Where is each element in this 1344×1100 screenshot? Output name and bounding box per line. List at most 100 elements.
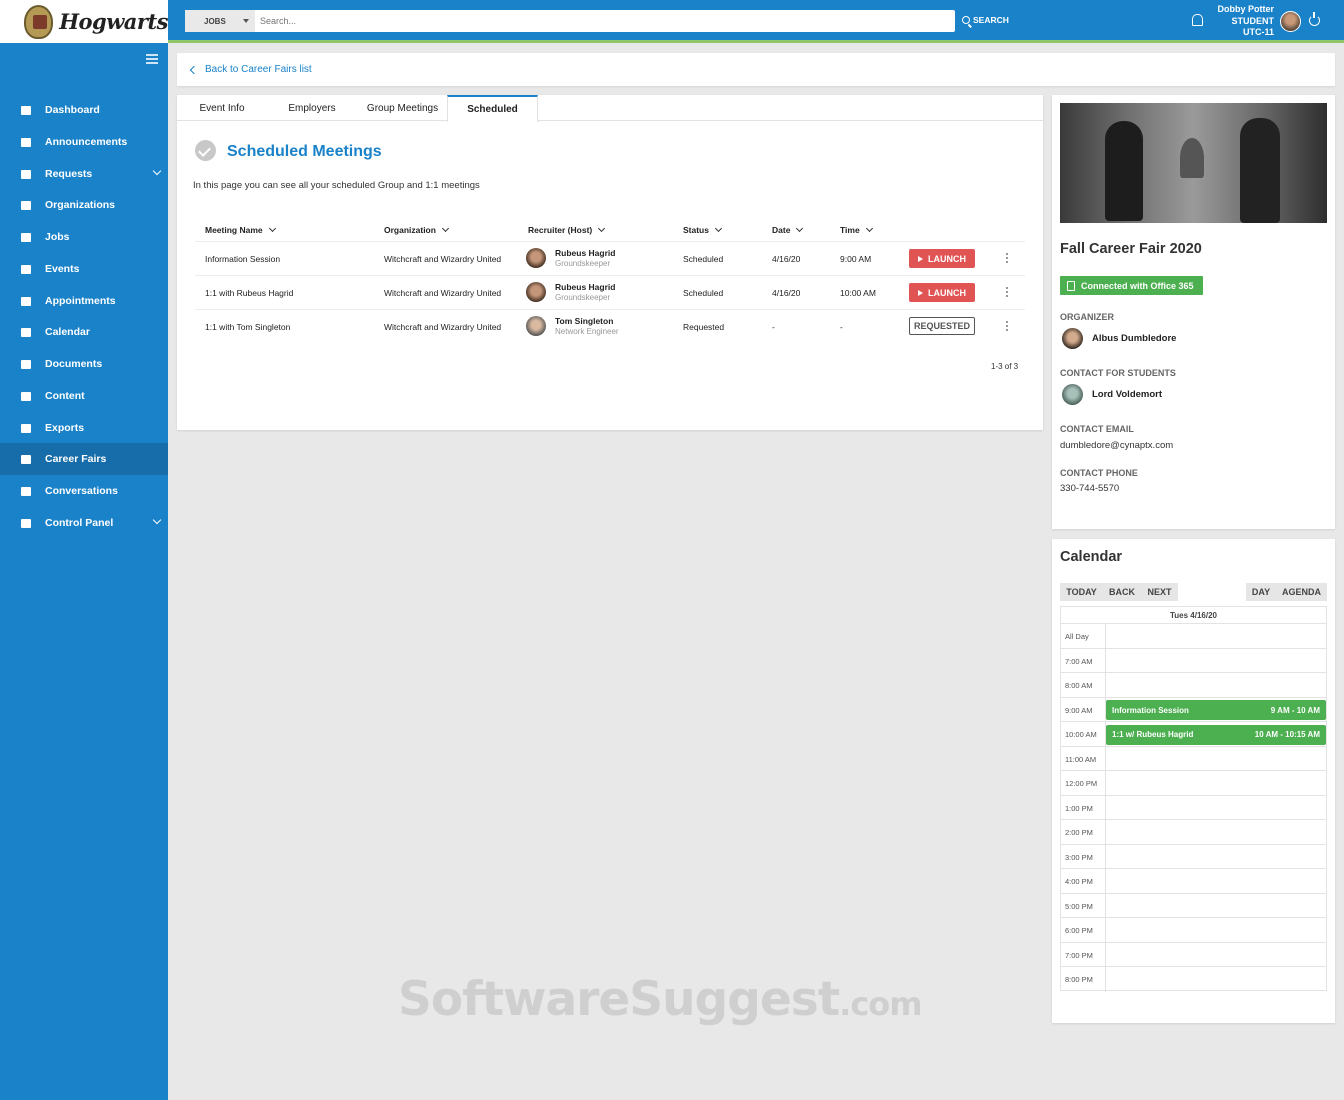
calendar-slot[interactable]: 2:00 PM [1061,820,1326,845]
launch-button[interactable]: LAUNCH [909,283,975,302]
launch-button[interactable]: LAUNCH [909,249,975,268]
status: Scheduled [683,254,724,264]
search-button[interactable]: SEARCH [962,15,1009,25]
sidebar-item-label: Requests [45,168,93,180]
sidebar-item-documents[interactable]: Documents [0,348,168,380]
watermark-suffix: .com [839,985,922,1023]
slot-time: 6:00 PM [1065,926,1093,935]
calendar-card: Calendar TODAY BACK NEXT DAY AGENDA Tues… [1052,539,1335,1023]
sidebar-item-label: Conversations [45,485,118,497]
calendar-slot[interactable]: 3:00 PM [1061,844,1326,869]
sidebar-item-events[interactable]: Events [0,253,168,285]
calendar-slot[interactable]: 6:00 PM [1061,918,1326,943]
contact-label: CONTACT FOR STUDENTS [1060,368,1176,378]
office365-badge: Connected with Office 365 [1060,276,1203,295]
calendar-slot[interactable]: All Day [1061,624,1326,649]
tab-event-info[interactable]: Event Info [187,95,257,121]
user-role: STUDENT [1231,15,1275,26]
organizer-name: Albus Dumbledore [1092,333,1177,344]
tab-group-meetings[interactable]: Group Meetings [360,95,445,121]
search-button-label: SEARCH [973,15,1009,25]
sidebar-item-announcements[interactable]: Announcements [0,126,168,158]
date: - [772,322,775,332]
sidebar-item-label: Content [45,390,85,402]
more-options-icon[interactable] [1006,253,1008,255]
sidebar-item-conversations[interactable]: Conversations [0,475,168,507]
sitemap-icon [20,199,32,211]
tab-employers[interactable]: Employers [277,95,347,121]
sidebar-item-control-panel[interactable]: Control Panel [0,507,168,539]
organization: Witchcraft and Wizardry United [384,288,502,298]
sidebar-item-jobs[interactable]: Jobs [0,221,168,253]
recruiter-avatar [526,282,546,302]
column-header-meeting-name[interactable]: Meeting Name [205,224,276,235]
search-category-select[interactable]: JOBS [185,10,255,32]
contact-email[interactable]: dumbledore@cynaptx.com [1060,440,1173,451]
calendar-slot[interactable]: 12:00 PM [1061,771,1326,796]
slot-time: 11:00 AM [1065,754,1097,764]
chevron-left-icon [189,65,199,74]
calendar-slot[interactable]: 1:00 PM [1061,795,1326,820]
calendar-grid: Tues 4/16/20 All Day 7:00 AM 8:00 AM 9:0… [1060,606,1327,992]
calendar-slot[interactable]: 8:00 AM [1061,673,1326,698]
sidebar-item-exports[interactable]: Exports [0,412,168,444]
organizer[interactable]: Albus Dumbledore [1062,328,1176,349]
column-header-label: Status [683,225,709,235]
calendar-next-button[interactable]: NEXT [1141,583,1178,601]
column-header-date[interactable]: Date [772,224,804,235]
event-title: 1:1 w/ Rubeus Hagrid [1112,730,1194,739]
column-header-label: Meeting Name [205,225,263,235]
column-header-recruiter[interactable]: Recruiter (Host) [528,224,606,235]
more-options-icon[interactable] [1006,287,1008,289]
back-link[interactable]: Back to Career Fairs list [177,53,1335,86]
time: - [840,322,843,332]
column-header-status[interactable]: Status [683,224,723,235]
slot-divider [1105,942,1106,966]
calendar-slot[interactable]: 11:00 AM [1061,746,1326,771]
user-info[interactable]: Dobby Potter STUDENT UTC-11 [1198,4,1274,39]
brand-logo[interactable]: Hogwarts [0,0,168,43]
calendar-back-button[interactable]: BACK [1103,583,1141,601]
slot-divider [1105,795,1106,819]
time: 10:00 AM [840,288,876,298]
sidebar-item-requests[interactable]: Requests [0,158,168,190]
power-icon[interactable] [1309,12,1320,26]
sidebar-item-career-fairs[interactable]: Career Fairs [0,443,168,475]
office365-label: Connected with Office 365 [1081,280,1194,291]
sidebar-item-organizations[interactable]: Organizations [0,189,168,221]
tab-scheduled[interactable]: Scheduled [447,95,538,122]
column-header-organization[interactable]: Organization [384,224,449,235]
sidebar-item-dashboard[interactable]: Dashboard [0,94,168,126]
calendar-slot[interactable]: 7:00 AM [1061,648,1326,673]
sidebar-item-calendar[interactable]: Calendar [0,316,168,348]
sidebar-item-appointments[interactable]: Appointments [0,285,168,317]
calendar-slot[interactable]: 5:00 PM [1061,893,1326,918]
photo-figure [1240,118,1280,223]
sort-chevron-icon [796,224,804,233]
calendar-event[interactable]: 1:1 w/ Rubeus Hagrid 10 AM - 10:15 AM [1106,724,1326,745]
calendar-slot[interactable]: 7:00 PM [1061,942,1326,967]
calendar-title: Calendar [1060,549,1123,565]
student-contact[interactable]: Lord Voldemort [1062,384,1162,405]
more-options-icon[interactable] [1006,321,1008,323]
sidebar-item-label: Dashboard [45,104,100,116]
slot-time: 5:00 PM [1065,901,1093,911]
email-label: CONTACT EMAIL [1060,424,1134,434]
search-category-label: JOBS [204,17,226,26]
calendar-slot[interactable]: 4:00 PM [1061,869,1326,894]
slot-time: 7:00 AM [1065,656,1093,666]
slot-time: 3:00 PM [1065,852,1093,862]
section-description: In this page you can see all your schedu… [193,180,480,191]
calendar-slot[interactable]: 8:00 PM [1061,967,1326,992]
calendar-day-button[interactable]: DAY [1246,583,1276,601]
sidebar-item-content[interactable]: Content [0,380,168,412]
search-input[interactable] [260,13,940,29]
calendar-event[interactable]: Information Session 9 AM - 10 AM [1106,700,1326,720]
calendar-agenda-button[interactable]: AGENDA [1276,583,1327,601]
column-header-label: Time [840,225,860,235]
avatar[interactable] [1280,11,1301,32]
hamburger-menu-icon[interactable] [146,54,158,64]
calendar-today-button[interactable]: TODAY [1060,583,1103,601]
column-header-time[interactable]: Time [840,224,873,235]
sidebar-item-label: Documents [45,358,103,370]
